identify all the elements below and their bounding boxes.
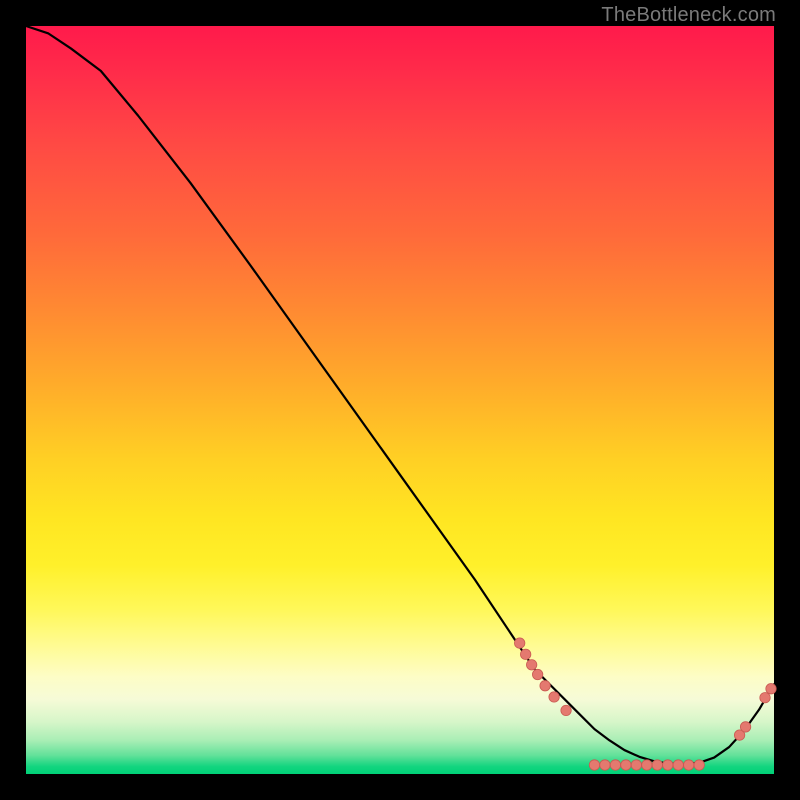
plot-area — [26, 26, 774, 774]
watermark-label: TheBottleneck.com — [601, 4, 776, 27]
data-marker — [642, 760, 652, 770]
data-marker — [694, 760, 704, 770]
data-marker — [621, 760, 631, 770]
data-markers — [514, 638, 776, 770]
chart-stage: TheBottleneck.com — [0, 0, 800, 800]
data-marker — [549, 692, 559, 702]
data-marker — [520, 649, 530, 659]
data-marker — [514, 638, 524, 648]
data-marker — [631, 760, 641, 770]
data-marker — [663, 760, 673, 770]
data-marker — [760, 693, 770, 703]
data-marker — [561, 705, 571, 715]
curve-layer — [26, 26, 774, 774]
data-marker — [684, 760, 694, 770]
data-marker — [740, 722, 750, 732]
data-marker — [673, 760, 683, 770]
data-marker — [600, 760, 610, 770]
data-marker — [652, 760, 662, 770]
data-marker — [526, 660, 536, 670]
data-marker — [532, 669, 542, 679]
data-marker — [540, 681, 550, 691]
data-marker — [766, 684, 776, 694]
data-marker — [589, 760, 599, 770]
data-marker — [610, 760, 620, 770]
bottleneck-curve — [26, 26, 774, 764]
